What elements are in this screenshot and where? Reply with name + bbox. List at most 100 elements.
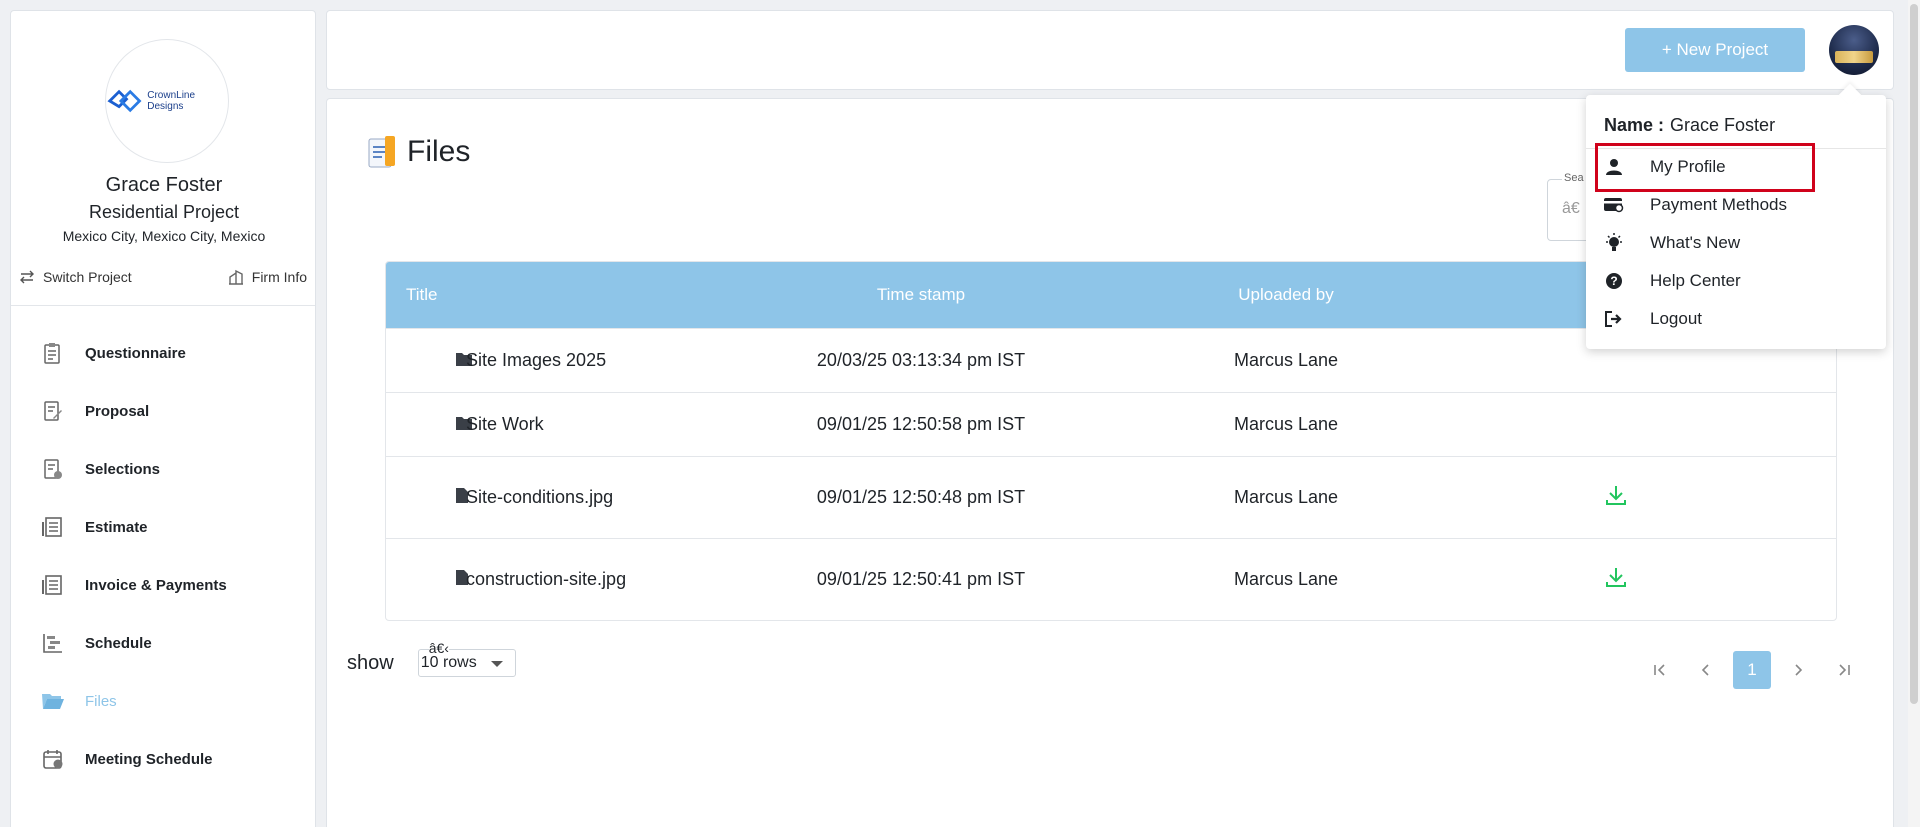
sidebar-item-label: Proposal — [85, 402, 150, 420]
project-name: Residential Project — [88, 202, 240, 222]
select-overlay-text: â€‹ — [428, 640, 449, 656]
chevron-right-icon — [1795, 664, 1803, 676]
firm-logo: CrownLine Designs — [105, 39, 229, 163]
scrollbar-thumb[interactable] — [1910, 4, 1918, 704]
sidebar-item-label: Files — [85, 692, 117, 710]
file-icon — [386, 569, 468, 590]
sidebar-item-schedule[interactable]: Schedule — [11, 614, 315, 672]
sidebar-item-selections[interactable]: Selections — [11, 440, 315, 498]
rows-per-page-select[interactable]: â€‹ 10 rows — [417, 640, 516, 677]
pagination: 1 — [1641, 651, 1863, 689]
sidebar-item-estimate[interactable]: Estimate — [11, 498, 315, 556]
menu-item-payment-methods[interactable]: Payment Methods — [1604, 195, 1787, 215]
search-label: Sea — [1562, 172, 1586, 184]
folder-icon — [386, 350, 472, 371]
col-title: Title — [406, 285, 438, 304]
sidebar-item-proposal[interactable]: Proposal — [11, 382, 315, 440]
sidebar-item-questionnaire[interactable]: Questionnaire — [11, 324, 315, 382]
focus-highlight-box — [1595, 143, 1815, 192]
questionnaire-icon — [41, 341, 65, 365]
file-uploader: Marcus Lane — [1233, 414, 1339, 434]
table-row[interactable]: Site-conditions.jpg 09/01/25 12:50:48 pm… — [386, 456, 1836, 538]
download-button[interactable] — [1466, 483, 1766, 512]
logout-icon — [1604, 309, 1624, 329]
file-uploader: Marcus Lane — [1233, 487, 1339, 507]
estimate-icon — [41, 515, 65, 539]
page-button-current[interactable]: 1 — [1733, 651, 1771, 689]
menu-user-name: Name : Grace Foster — [1604, 115, 1775, 136]
chevron-left-icon — [1701, 664, 1709, 676]
page-title: Files — [367, 135, 470, 169]
file-name[interactable]: Site Images 2025 — [466, 350, 736, 371]
help-circle-icon: ? — [1604, 271, 1624, 291]
chevron-down-icon — [490, 661, 503, 667]
building-icon — [228, 269, 243, 285]
switch-project-link[interactable]: Switch Project — [19, 269, 132, 285]
folder-icon — [386, 414, 472, 435]
file-icon — [386, 487, 468, 508]
menu-item-label: Logout — [1650, 309, 1702, 328]
sidebar-item-label: Selections — [85, 460, 161, 478]
file-name[interactable]: Site Work — [466, 414, 736, 435]
first-page-icon — [1654, 664, 1665, 676]
page-title-text: Files — [407, 135, 471, 168]
last-page-button[interactable] — [1825, 651, 1863, 689]
switch-project-label: Switch Project — [43, 269, 132, 285]
show-label: show — [347, 651, 394, 674]
menu-name-value: Grace Foster — [1670, 115, 1776, 135]
file-name[interactable]: construction-site.jpg — [466, 569, 736, 590]
sidebar-item-meeting-schedule[interactable]: Meeting Schedule — [11, 730, 315, 788]
menu-item-whats-new[interactable]: What's New — [1604, 233, 1740, 253]
new-project-button[interactable]: + New Project — [1625, 28, 1805, 72]
table-row[interactable]: Site Work 09/01/25 12:50:58 pm IST Marcu… — [386, 392, 1836, 456]
lightbulb-icon — [1604, 233, 1624, 253]
prev-page-button[interactable] — [1687, 651, 1725, 689]
table-row[interactable]: construction-site.jpg 09/01/25 12:50:41 … — [386, 538, 1836, 620]
top-header: + New Project — [326, 10, 1894, 90]
project-location: Mexico City, Mexico City, Mexico — [62, 228, 266, 244]
calendar-icon — [41, 747, 65, 771]
last-page-icon — [1839, 664, 1850, 676]
file-time: 09/01/25 12:50:48 pm IST — [816, 487, 1026, 507]
sidebar-item-label: Invoice & Payments — [85, 576, 227, 594]
file-time: 09/01/25 12:50:58 pm IST — [816, 414, 1026, 434]
download-icon — [1606, 486, 1626, 505]
first-page-button[interactable] — [1641, 651, 1679, 689]
sidebar: CrownLine Designs Grace Foster Residenti… — [10, 10, 316, 827]
sidebar-item-label: Meeting Schedule — [85, 750, 213, 768]
sidebar-item-invoice-payments[interactable]: Invoice & Payments — [11, 556, 315, 614]
file-uploader: Marcus Lane — [1233, 350, 1339, 370]
menu-item-logout[interactable]: Logout — [1604, 309, 1702, 329]
logo-text: CrownLine Designs — [147, 90, 196, 112]
rows-per-page-value: 10 rows — [420, 654, 477, 671]
next-page-button[interactable] — [1779, 651, 1817, 689]
invoice-icon — [41, 573, 65, 597]
download-button[interactable] — [1466, 565, 1766, 594]
menu-item-help-center[interactable]: ? Help Center — [1604, 271, 1741, 291]
project-actions: Switch Project Firm Info — [19, 269, 307, 285]
file-time: 20/03/25 03:13:34 pm IST — [816, 350, 1026, 370]
menu-item-label: What's New — [1650, 233, 1741, 252]
sidebar-item-files[interactable]: Files — [11, 672, 315, 730]
menu-item-label: Help Center — [1650, 271, 1741, 290]
selections-icon — [41, 457, 65, 481]
sidebar-divider — [11, 305, 315, 306]
file-name[interactable]: Site-conditions.jpg — [466, 487, 736, 508]
user-avatar[interactable] — [1829, 25, 1879, 75]
firm-info-link[interactable]: Firm Info — [228, 269, 307, 285]
proposal-icon — [41, 399, 65, 423]
sidebar-item-label: Estimate — [85, 518, 148, 536]
download-icon — [1606, 568, 1626, 587]
search-placeholder: â€ — [1562, 200, 1580, 217]
client-name: Grace Foster — [105, 174, 223, 196]
file-time: 09/01/25 12:50:41 pm IST — [816, 569, 1026, 589]
folder-open-icon — [41, 689, 65, 713]
schedule-icon — [41, 631, 65, 655]
rows-per-page: show â€‹ 10 rows — [347, 640, 516, 677]
credit-card-icon — [1604, 195, 1624, 215]
firm-info-label: Firm Info — [251, 269, 307, 285]
page-scrollbar[interactable] — [1908, 0, 1920, 827]
logo-mark-icon — [107, 89, 142, 113]
sidebar-nav: Questionnaire Proposal Selections Estima… — [11, 324, 315, 788]
sidebar-item-label: Schedule — [85, 634, 152, 652]
